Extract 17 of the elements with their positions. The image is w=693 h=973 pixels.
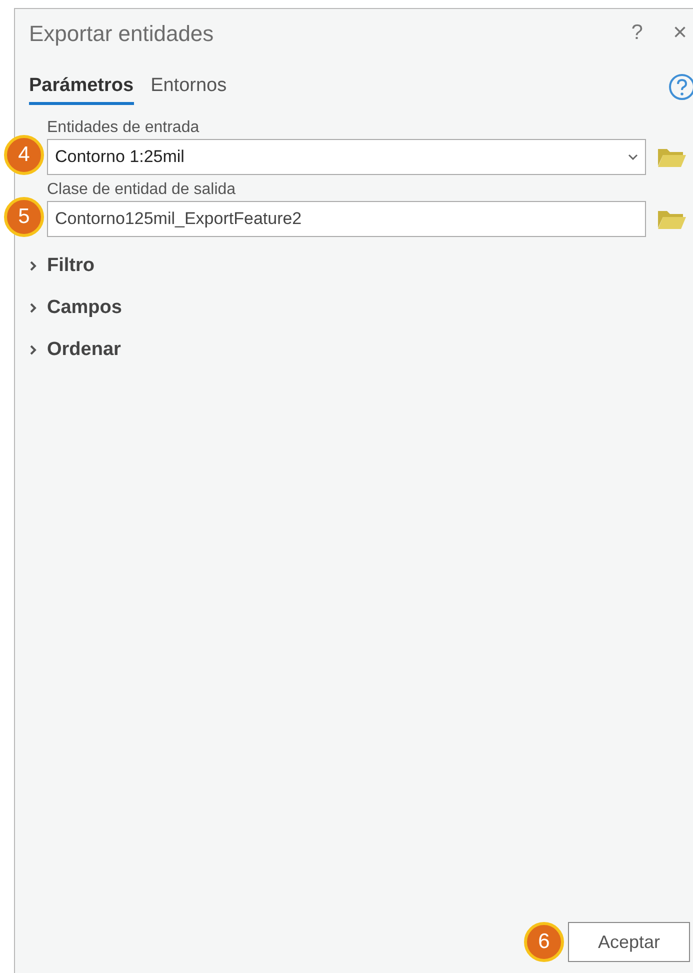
section-expander[interactable]: Ordenar [29,335,693,365]
input-field[interactable]: Contorno125mil_ExportFeature2 [47,201,646,237]
chevron-down-icon [628,154,638,160]
callout-badge: 4 [4,135,44,175]
section-expander[interactable]: Filtro [29,251,693,281]
field-label: Clase de entidad de salida [47,180,237,200]
accept-button[interactable]: Aceptar [568,922,690,962]
close-button[interactable]: × [672,15,687,51]
tab[interactable]: Entornos [150,69,227,105]
window-title: Exportar entidades [29,20,214,48]
help-button[interactable]: ? [631,17,643,49]
callout-badge: 5 [4,197,44,237]
field-label: Entidades de entrada [47,118,200,138]
dropdown-field[interactable]: Contorno 1:25mil [47,139,646,175]
help-icon[interactable] [668,73,693,101]
tab[interactable]: Parámetros [29,69,134,105]
section-expander[interactable]: Campos [29,293,693,323]
